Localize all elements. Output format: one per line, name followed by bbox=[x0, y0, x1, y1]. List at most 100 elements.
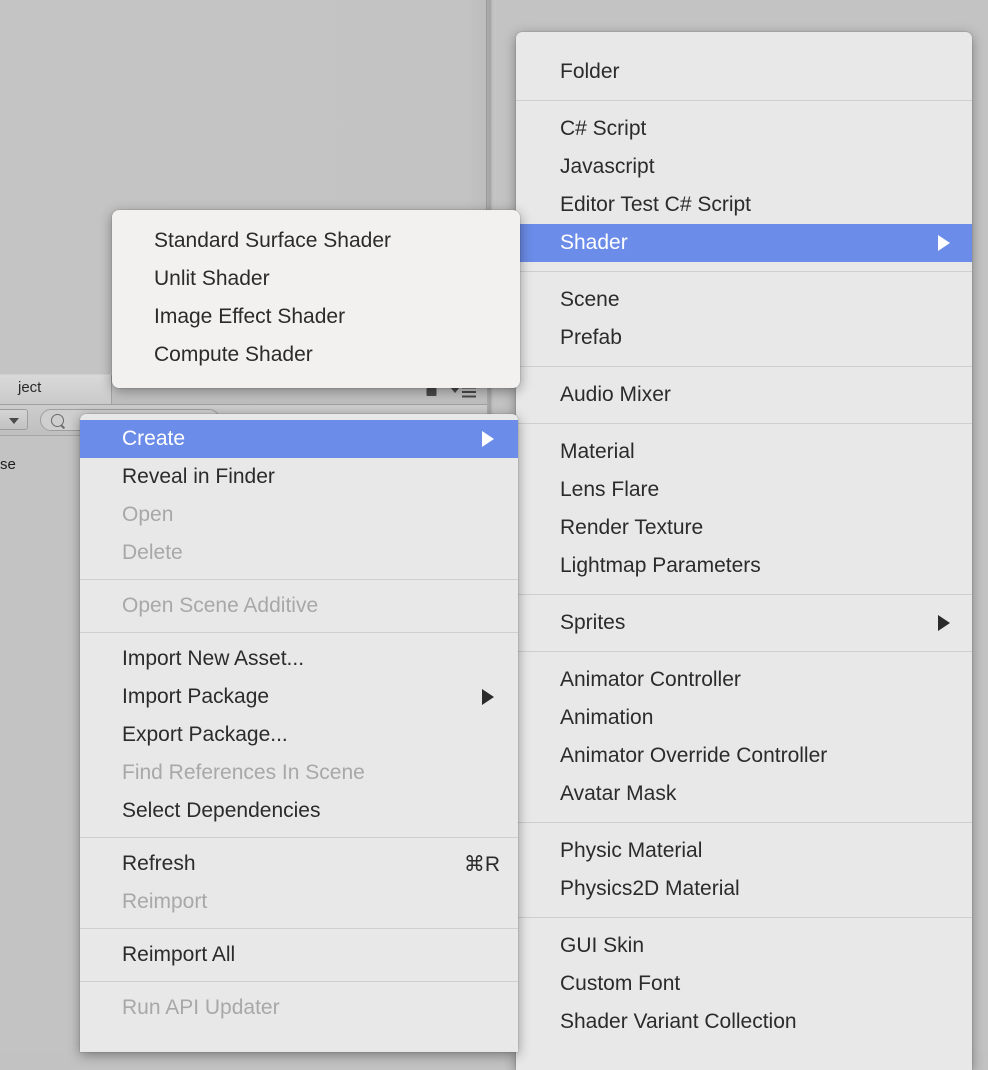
context-menu-item-create[interactable]: Create bbox=[80, 420, 518, 458]
menu-item-label: Create bbox=[122, 427, 186, 450]
context-menu-item-import-new-asset[interactable]: Import New Asset... bbox=[80, 640, 518, 678]
menu-item-label: Editor Test C# Script bbox=[560, 193, 752, 216]
create-submenu-group: Scene Prefab bbox=[516, 271, 972, 366]
context-menu-item-reimport-all[interactable]: Reimport All bbox=[80, 936, 518, 974]
menu-item-label: Custom Font bbox=[560, 972, 681, 995]
create-submenu-item-audio-mixer[interactable]: Audio Mixer bbox=[516, 376, 972, 414]
menu-item-label: Shader Variant Collection bbox=[560, 1010, 797, 1033]
create-submenu-item-javascript[interactable]: Javascript bbox=[516, 148, 972, 186]
create-submenu-item-animator-override-controller[interactable]: Animator Override Controller bbox=[516, 737, 972, 775]
menu-item-label: Reveal in Finder bbox=[122, 465, 275, 488]
create-submenu-group: Folder bbox=[516, 44, 972, 100]
menu-item-label: Unlit Shader bbox=[154, 267, 270, 290]
create-submenu-item-avatar-mask[interactable]: Avatar Mask bbox=[516, 775, 972, 813]
create-submenu-group: Sprites bbox=[516, 594, 972, 651]
submenu-arrow-icon bbox=[482, 689, 494, 705]
breadcrumb: se bbox=[0, 456, 16, 473]
context-menu-item-run-api-updater: Run API Updater bbox=[80, 989, 518, 1027]
menu-item-label: GUI Skin bbox=[560, 934, 645, 957]
submenu-arrow-icon bbox=[482, 431, 494, 447]
menu-item-label: Delete bbox=[122, 541, 183, 564]
menu-item-label: Animator Controller bbox=[560, 668, 741, 691]
create-submenu-item-physics2d-material[interactable]: Physics2D Material bbox=[516, 870, 972, 908]
menu-item-label: Render Texture bbox=[560, 516, 704, 539]
create-submenu-item-material[interactable]: Material bbox=[516, 433, 972, 471]
create-submenu-group: GUI Skin Custom Font Shader Variant Collec… bbox=[516, 917, 972, 1050]
shader-submenu-item-unlit-shader[interactable]: Unlit Shader bbox=[112, 260, 520, 298]
create-submenu-item-shader[interactable]: Shader bbox=[516, 224, 972, 262]
project-context-menu[interactable]: Create Reveal in Finder Open Delete Open Sce… bbox=[80, 414, 518, 1052]
search-icon bbox=[51, 414, 64, 427]
menu-item-label: Standard Surface Shader bbox=[154, 229, 391, 252]
menu-item-label: Material bbox=[560, 440, 635, 463]
menu-item-label: Shader bbox=[560, 231, 628, 254]
submenu-arrow-icon bbox=[938, 615, 950, 631]
menu-item-label: Run API Updater bbox=[122, 996, 280, 1019]
create-submenu-group: Material Lens Flare Render Texture Lightmap… bbox=[516, 423, 972, 594]
menu-item-label: Import New Asset... bbox=[122, 647, 305, 670]
create-submenu-item-shader-variant-collection[interactable]: Shader Variant Collection bbox=[516, 1003, 972, 1041]
shader-submenu-item-standard-surface-shader[interactable]: Standard Surface Shader bbox=[112, 222, 520, 260]
create-submenu-group: Audio Mixer bbox=[516, 366, 972, 423]
context-menu-group: Open Scene Additive bbox=[80, 579, 518, 632]
create-submenu-item-custom-font[interactable]: Custom Font bbox=[516, 965, 972, 1003]
create-submenu-item-prefab[interactable]: Prefab bbox=[516, 319, 972, 357]
menu-item-shortcut: ⌘R bbox=[463, 852, 500, 876]
context-menu-group: Run API Updater bbox=[80, 981, 518, 1034]
context-menu-item-refresh[interactable]: Refresh ⌘R bbox=[80, 845, 518, 883]
create-submenu-item-folder[interactable]: Folder bbox=[516, 53, 972, 91]
create-submenu-item-render-texture[interactable]: Render Texture bbox=[516, 509, 972, 547]
shader-submenu-item-image-effect-shader[interactable]: Image Effect Shader bbox=[112, 298, 520, 336]
menu-item-label: Lens Flare bbox=[560, 478, 660, 501]
context-menu-item-reveal-in-finder[interactable]: Reveal in Finder bbox=[80, 458, 518, 496]
menu-item-label: Folder bbox=[560, 60, 620, 83]
create-submenu-item-lens-flare[interactable]: Lens Flare bbox=[516, 471, 972, 509]
menu-item-label: Physics2D Material bbox=[560, 877, 740, 900]
menu-item-label: Refresh bbox=[122, 852, 196, 875]
create-submenu-item-physic-material[interactable]: Physic Material bbox=[516, 832, 972, 870]
menu-item-label: Reimport bbox=[122, 890, 208, 913]
menu-item-label: Image Effect Shader bbox=[154, 305, 346, 328]
project-tab-label: ject bbox=[18, 379, 42, 396]
menu-item-label: Animation bbox=[560, 706, 654, 729]
create-submenu-item-lightmap-parameters[interactable]: Lightmap Parameters bbox=[516, 547, 972, 585]
menu-item-label: Avatar Mask bbox=[560, 782, 677, 805]
context-menu-item-open-scene-additive: Open Scene Additive bbox=[80, 587, 518, 625]
shader-submenu-item-compute-shader[interactable]: Compute Shader bbox=[112, 336, 520, 374]
menu-item-label: C# Script bbox=[560, 117, 647, 140]
create-submenu-item-gui-skin[interactable]: GUI Skin bbox=[516, 927, 972, 965]
menu-item-label: Sprites bbox=[560, 611, 626, 634]
menu-item-label: Open Scene Additive bbox=[122, 594, 319, 617]
shader-submenu[interactable]: Standard Surface Shader Unlit Shader Image… bbox=[112, 210, 520, 388]
create-submenu-item-sprites[interactable]: Sprites bbox=[516, 604, 972, 642]
create-submenu-item-scene[interactable]: Scene bbox=[516, 281, 972, 319]
context-menu-group: Import New Asset... Import Package Export … bbox=[80, 632, 518, 837]
filter-dropdown-button[interactable] bbox=[0, 409, 28, 430]
context-menu-item-import-package[interactable]: Import Package bbox=[80, 678, 518, 716]
menu-item-label: Open bbox=[122, 503, 174, 526]
tab-project[interactable] bbox=[0, 375, 112, 404]
create-submenu-item-editor-test-c-script[interactable]: Editor Test C# Script bbox=[516, 186, 972, 224]
shader-submenu-group: Standard Surface Shader Unlit Shader Image… bbox=[112, 222, 520, 374]
create-submenu-item-animation[interactable]: Animation bbox=[516, 699, 972, 737]
menu-item-label: Audio Mixer bbox=[560, 383, 671, 406]
submenu-arrow-icon bbox=[938, 235, 950, 251]
create-submenu-group: Physic Material Physics2D Material bbox=[516, 822, 972, 917]
create-submenu-item-c-script[interactable]: C# Script bbox=[516, 110, 972, 148]
menu-item-label: Animator Override Controller bbox=[560, 744, 828, 767]
create-submenu-group: Animator Controller Animation Animator Ove… bbox=[516, 651, 972, 822]
context-menu-item-select-dependencies[interactable]: Select Dependencies bbox=[80, 792, 518, 830]
create-submenu[interactable]: Folder C# Script Javascript Editor Test C# … bbox=[516, 32, 972, 1070]
menu-item-label: Compute Shader bbox=[154, 343, 313, 366]
menu-item-label: Find References In Scene bbox=[122, 761, 365, 784]
context-menu-item-export-package[interactable]: Export Package... bbox=[80, 716, 518, 754]
create-submenu-item-animator-controller[interactable]: Animator Controller bbox=[516, 661, 972, 699]
menu-item-label: Import Package bbox=[122, 685, 270, 708]
context-menu-item-reimport: Reimport bbox=[80, 883, 518, 921]
menu-item-label: Scene bbox=[560, 288, 620, 311]
menu-item-label: Physic Material bbox=[560, 839, 703, 862]
menu-item-label: Prefab bbox=[560, 326, 622, 349]
menu-item-label: Export Package... bbox=[122, 723, 288, 746]
context-menu-item-open: Open bbox=[80, 496, 518, 534]
menu-item-label: Javascript bbox=[560, 155, 655, 178]
